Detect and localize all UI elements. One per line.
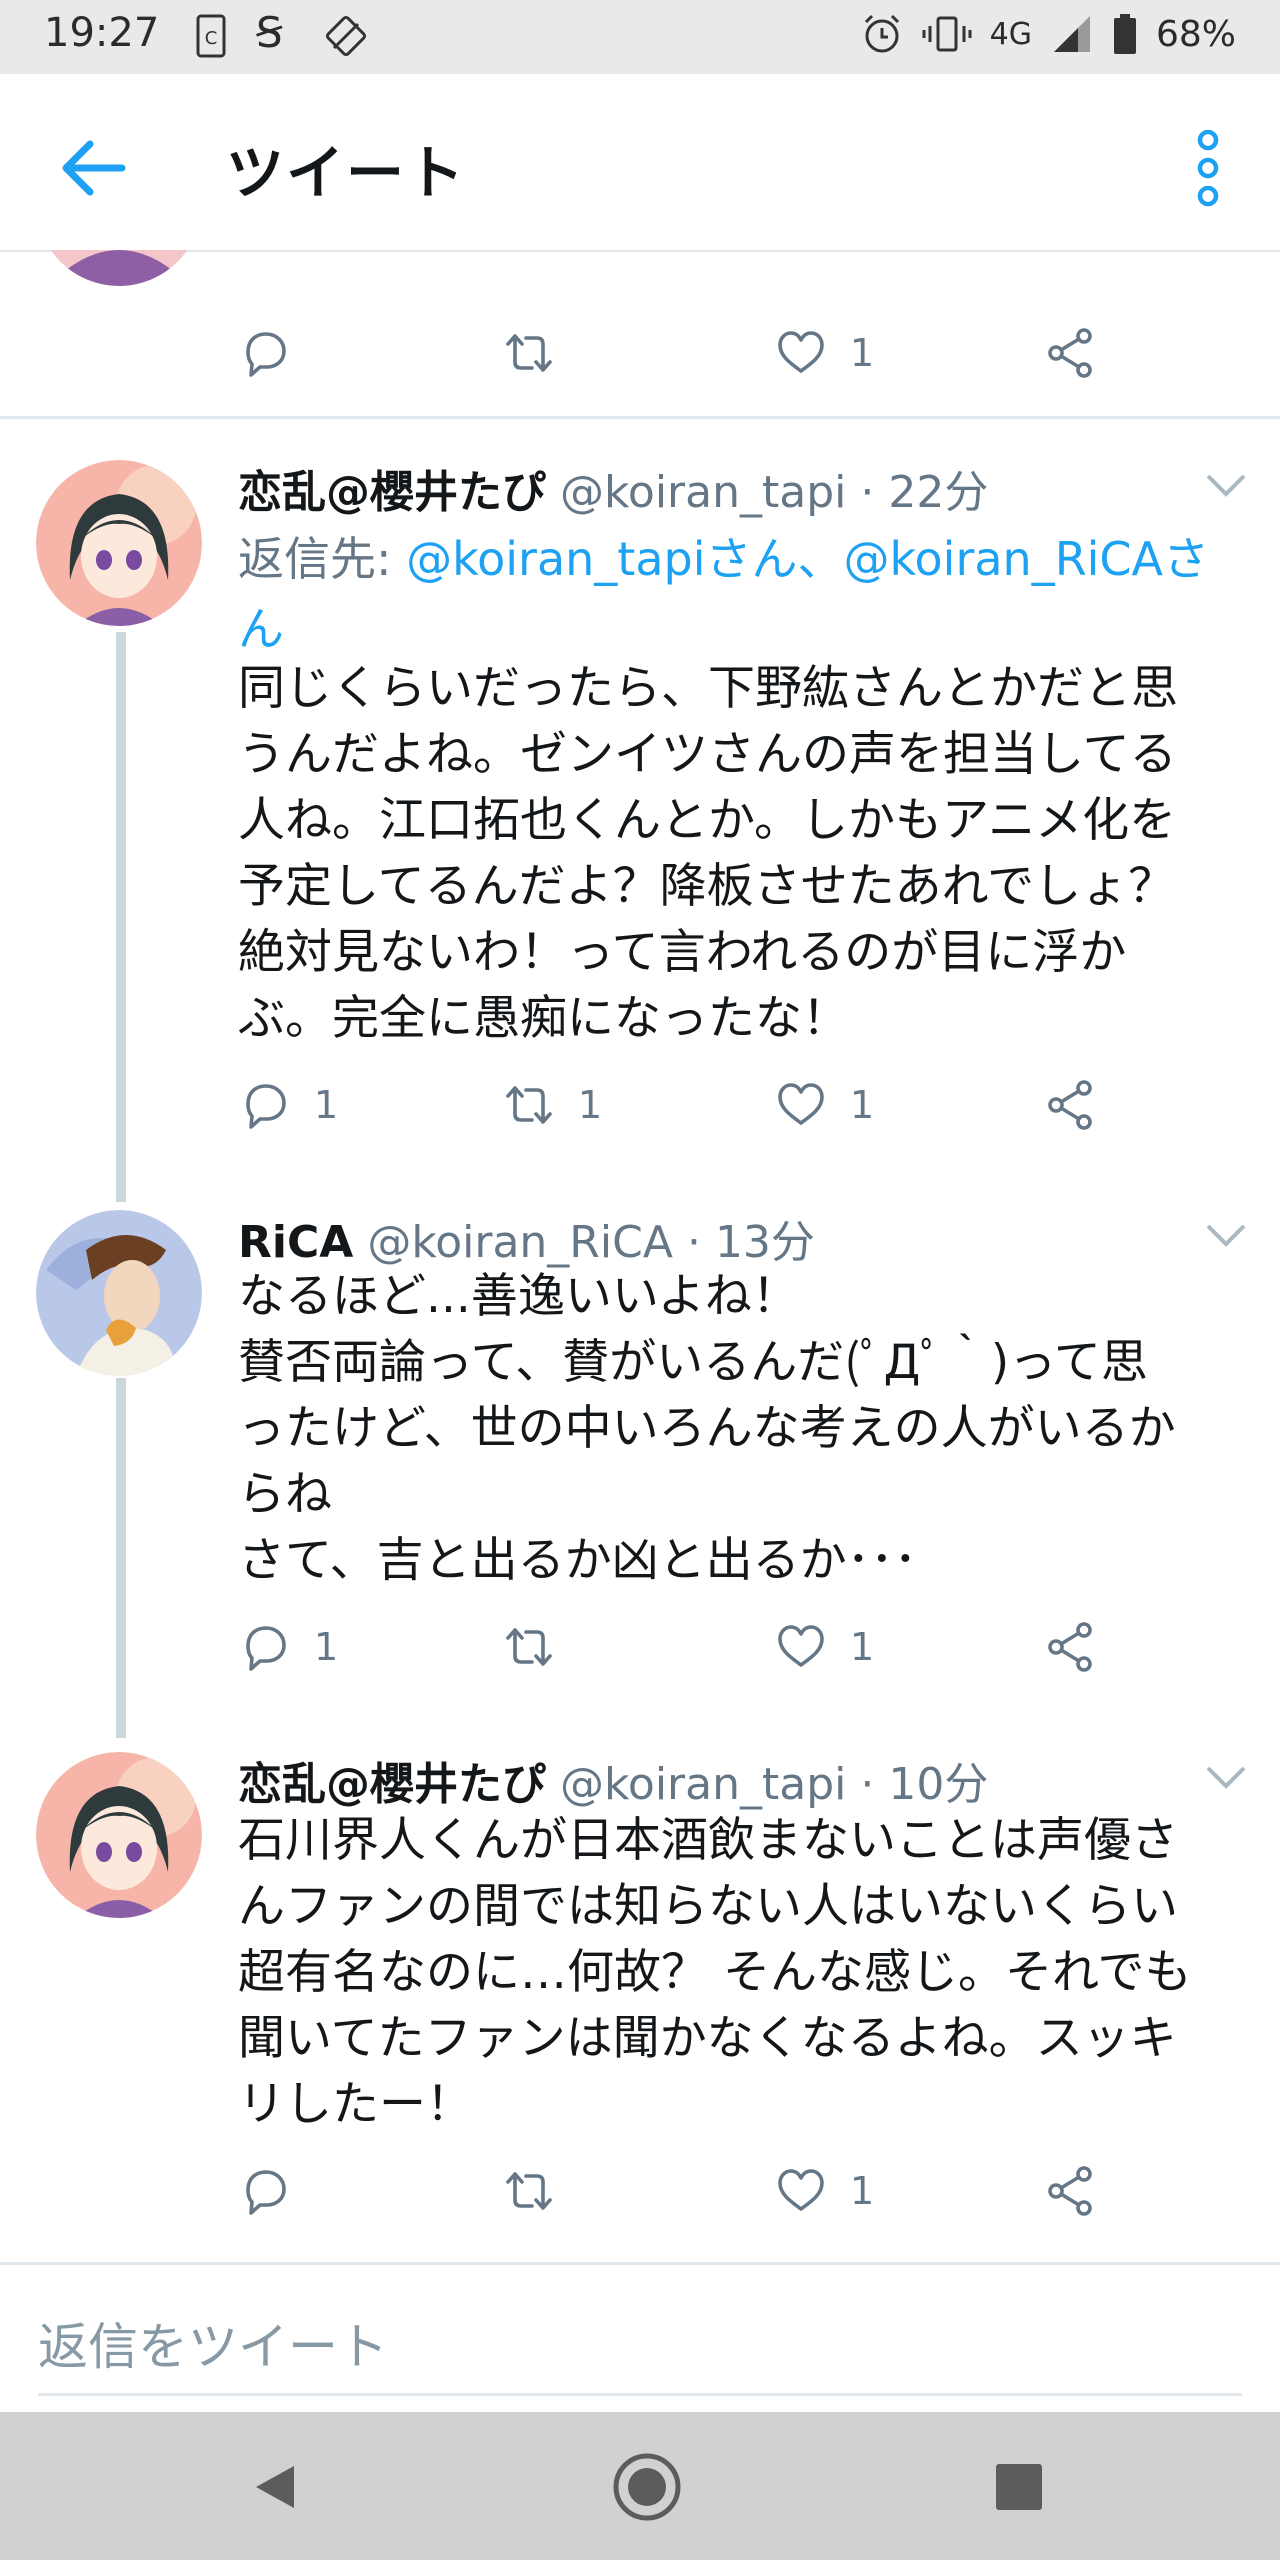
like-button[interactable]: 1 (774, 326, 874, 380)
tweet-actions-top: 1 (238, 326, 1118, 386)
retweet-icon (506, 1628, 552, 1666)
avatar-koiran-rica[interactable] (36, 1210, 202, 1376)
share-icon (1048, 2166, 1092, 2216)
tweet-header: RiCA @koiran_RiCA · 13分 (238, 1206, 815, 1270)
tweet-header: 恋乱@櫻井たぴ @koiran_tapi · 22分 (238, 456, 988, 520)
retweet-button[interactable] (502, 2164, 578, 2218)
like-heart-icon (778, 1625, 824, 1667)
tweet-time: 10分 (888, 1759, 989, 1810)
thread-line (116, 632, 126, 1202)
reply-input[interactable]: 返信をツイート (38, 2307, 388, 2379)
retweet-button[interactable] (502, 1620, 578, 1674)
user-handle[interactable]: @koiran_RiCA (367, 1217, 673, 1268)
svg-text:C: C (205, 28, 218, 49)
reply-button[interactable] (238, 2164, 314, 2218)
avatar-koiran-tapi[interactable] (36, 460, 202, 626)
chevron-down-icon[interactable] (1204, 1762, 1248, 1792)
back-arrow-icon[interactable] (52, 126, 136, 210)
share-icon (1048, 328, 1092, 378)
divider (0, 416, 1280, 419)
separator-dot: · (860, 467, 875, 518)
mention-link[interactable]: @koiran_tapiさん (406, 532, 797, 586)
share-icon (1048, 1080, 1092, 1130)
retweet-count: 1 (578, 1083, 603, 1127)
share-button[interactable] (1044, 2164, 1098, 2218)
status-time: 19:27 (44, 10, 160, 56)
display-name[interactable]: RiCA (238, 1217, 353, 1268)
display-name[interactable]: 恋乱@櫻井たぴ (238, 467, 546, 518)
page-title: ツイート (226, 139, 467, 207)
reply-icon (246, 2170, 286, 2215)
reply-icon (246, 332, 286, 377)
alarm-icon (864, 14, 899, 53)
like-count: 1 (850, 1625, 875, 1669)
rotate-icon (325, 15, 367, 57)
share-button[interactable] (1044, 326, 1098, 380)
status-bar: 19:27 C Ꞩ 4G 68% (0, 0, 1280, 74)
reply-icon (246, 1084, 286, 1129)
tweet-text: 石川界人くんが日本酒飲まないことは声優さ んファンの間では知らない人はいないくら… (238, 1813, 1192, 2132)
reply-to-line: 返信先: @koiran_tapiさん、@koiran_RiCAさん (238, 524, 1238, 664)
separator-dot: · (860, 1759, 875, 1810)
tweet-text: なるほど...善逸いいよね！ 賛否両論って、賛がいるんだ(ﾟДﾟ｀)って思 った… (238, 1269, 1176, 1588)
reply-icon (246, 1626, 286, 1671)
like-button[interactable]: 1 (774, 1620, 874, 1674)
tweet-time: 13分 (714, 1217, 815, 1268)
network-label: 4G (989, 16, 1032, 52)
mention-separator: 、 (797, 532, 844, 586)
battery-icon (1113, 14, 1136, 54)
thread-line (116, 1378, 126, 1738)
user-handle[interactable]: @koiran_tapi (560, 467, 846, 518)
like-button[interactable]: 1 (774, 2164, 874, 2218)
like-heart-icon (778, 1083, 824, 1125)
battery-percent: 68% (1155, 13, 1236, 55)
retweet-icon (506, 1086, 552, 1124)
chevron-down-icon[interactable] (1204, 1220, 1248, 1250)
reply-compose-bar[interactable]: 返信をツイート (0, 2262, 1280, 2417)
chevron-down-icon[interactable] (1204, 470, 1248, 500)
separator-dot: · (686, 1217, 701, 1268)
more-options-icon[interactable] (1188, 124, 1228, 214)
display-name[interactable]: 恋乱@櫻井たぴ (238, 1759, 546, 1810)
retweet-button[interactable]: 1 (502, 1078, 602, 1132)
reply-button[interactable]: 1 (238, 1078, 338, 1132)
app-bar: ツイート (0, 74, 1280, 252)
like-heart-icon (778, 331, 824, 373)
tweet-actions: 1 (238, 2164, 1118, 2224)
sim-notification-icon: C (196, 14, 226, 58)
tweet-actions: 1 1 (238, 1620, 1118, 1680)
like-count: 1 (850, 1083, 875, 1127)
retweet-button[interactable] (502, 326, 556, 380)
like-heart-icon (778, 2169, 824, 2211)
tweet-time: 22分 (888, 467, 989, 518)
tweet-actions: 1 1 1 (238, 1078, 1118, 1138)
status-right: 4G 68% (860, 12, 1236, 56)
user-handle[interactable]: @koiran_tapi (560, 1759, 846, 1810)
nav-back-icon[interactable] (250, 2462, 300, 2512)
like-button[interactable]: 1 (774, 1078, 874, 1132)
system-nav-bar (0, 2412, 1280, 2560)
nav-recents-icon[interactable] (994, 2462, 1044, 2512)
vibrate-icon (922, 16, 972, 52)
input-underline (38, 2393, 1242, 2396)
reply-count: 1 (314, 1083, 339, 1127)
nav-home-icon[interactable] (612, 2452, 682, 2522)
reply-button[interactable]: 1 (238, 1620, 338, 1674)
signal-icon (1053, 16, 1090, 52)
avatar-koiran-tapi[interactable] (36, 1752, 202, 1918)
reply-button[interactable] (238, 326, 292, 380)
share-button[interactable] (1044, 1078, 1098, 1132)
retweet-icon (506, 2172, 552, 2210)
tweet-text: 同じくらいだったら、下野紘さんとかだと思 うんだよね。ゼンイツさんの声を担当して… (238, 661, 1178, 1046)
like-count: 1 (850, 331, 875, 375)
share-button[interactable] (1044, 1620, 1098, 1674)
like-count: 1 (850, 2169, 875, 2213)
reply-to-prefix: 返信先: (238, 532, 407, 586)
share-icon (1048, 1622, 1092, 1672)
reply-count: 1 (314, 1625, 339, 1669)
tweet-header: 恋乱@櫻井たぴ @koiran_tapi · 10分 (238, 1748, 988, 1812)
s-app-icon: Ꞩ (256, 8, 283, 57)
retweet-icon (506, 334, 552, 372)
